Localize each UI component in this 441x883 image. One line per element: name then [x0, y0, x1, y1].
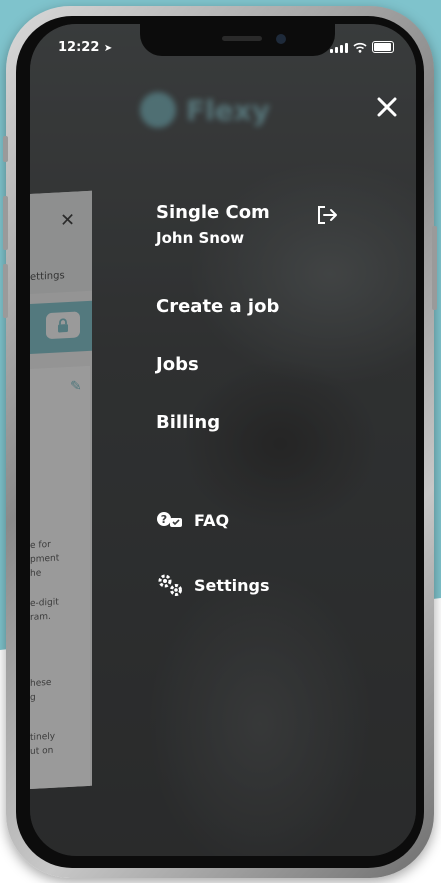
menu-item-create-job[interactable]: Create a job	[156, 296, 279, 317]
close-menu-button[interactable]	[374, 96, 400, 122]
menu-overlay	[30, 24, 416, 856]
menu-item-billing[interactable]: Billing	[156, 412, 220, 433]
volume-down-button	[3, 264, 8, 318]
faq-icon: ?	[157, 512, 182, 527]
volume-up-button	[3, 196, 8, 250]
logout-button[interactable]	[316, 204, 338, 226]
front-camera	[276, 34, 286, 44]
user-name: John Snow	[156, 229, 245, 247]
gears-icon	[158, 574, 182, 596]
mute-switch	[3, 136, 8, 162]
svg-text:?: ?	[161, 513, 167, 526]
wifi-icon	[353, 42, 367, 53]
menu-item-jobs[interactable]: Jobs	[156, 354, 199, 375]
menu-item-faq[interactable]: ? FAQ	[156, 510, 229, 530]
faq-label: FAQ	[194, 510, 230, 530]
speaker-grille	[222, 36, 262, 41]
location-arrow-icon: ➤	[103, 43, 113, 54]
account-section: Single Com John Snow	[156, 202, 270, 247]
menu-item-settings[interactable]: Settings	[156, 572, 270, 598]
account-name: Single Com	[156, 202, 270, 223]
settings-label: Settings	[194, 575, 270, 595]
battery-icon	[372, 41, 394, 53]
signal-icon	[330, 43, 348, 53]
notch	[140, 24, 335, 56]
phone-screen: Flexy ✕ ettings ✎ e for pment he e-digit…	[30, 24, 416, 856]
status-icons	[330, 41, 394, 53]
logout-icon	[318, 206, 337, 224]
status-time: 12:22 ➤	[58, 40, 113, 55]
power-button	[432, 226, 437, 310]
close-icon	[377, 97, 397, 117]
